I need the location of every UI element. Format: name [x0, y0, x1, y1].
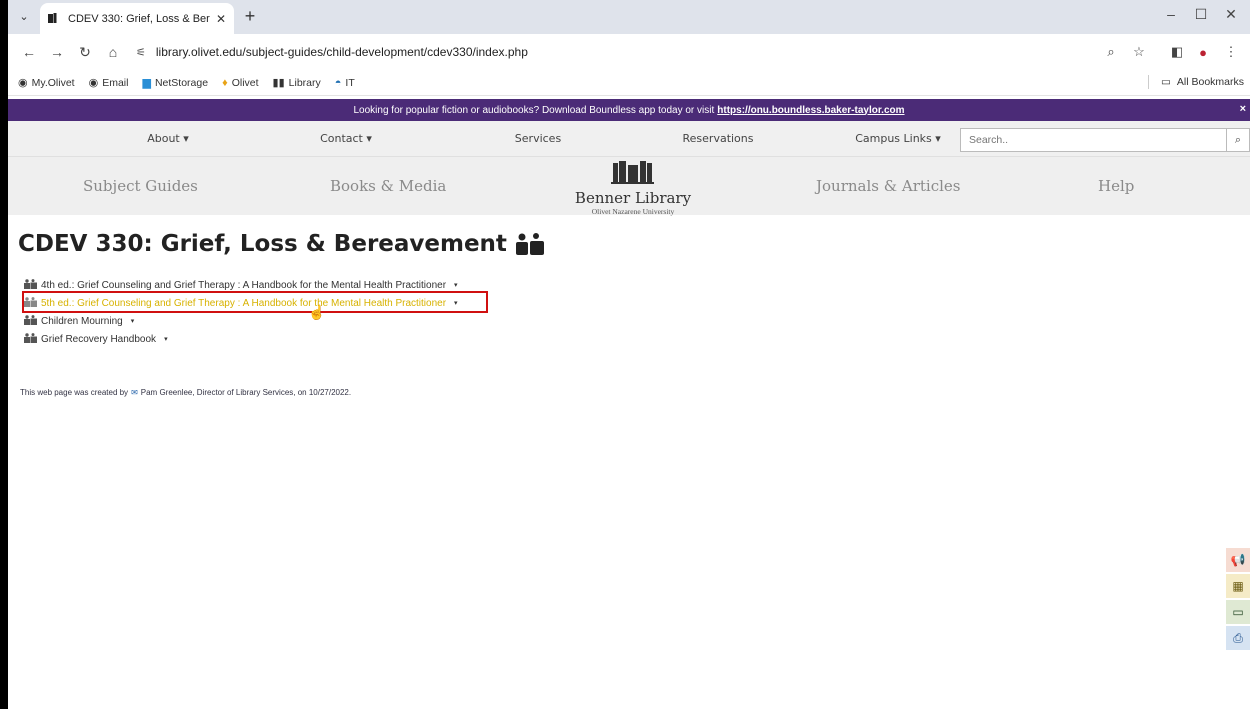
nav-books-media[interactable]: Books & Media [330, 177, 446, 195]
page-footer: This web page was created by ✉ Pam Green… [20, 388, 352, 397]
caret-down-icon: ▾ [454, 282, 458, 289]
announcement-banner: Looking for popular fiction or audiobook… [8, 99, 1250, 121]
all-bookmarks[interactable]: ▭ All Bookmarks [1147, 75, 1244, 89]
forward-arrow-icon[interactable]: → [48, 43, 66, 61]
caret-down-icon: ▾ [164, 336, 168, 343]
reload-icon[interactable]: ↻ [76, 43, 94, 61]
logo-name: Benner Library [574, 189, 692, 207]
benner-library-logo[interactable]: Benner Library Olivet Nazarene Universit… [568, 160, 698, 216]
globe-icon: ◉ [18, 77, 28, 89]
nav-campus-links[interactable]: Campus Links ▾ [828, 121, 968, 157]
browser-window: ⌄ CDEV 330: Grief, Loss & Bereav ✕ + – ☐… [8, 0, 1250, 709]
nav-subject-guides[interactable]: Subject Guides [83, 177, 198, 195]
library-icon: ▮▮ [272, 77, 285, 89]
address-bar[interactable]: ⚟ library.olivet.edu/subject-guides/chil… [136, 39, 1116, 65]
bookmark-star-icon[interactable]: ☆ [1130, 43, 1148, 61]
globe-icon: ◉ [88, 77, 99, 89]
hand-cursor-icon: ☝ [308, 304, 326, 320]
banner-link[interactable]: https://onu.boundless.baker-taylor.com [717, 105, 904, 116]
site-info-icon[interactable]: ⚟ [136, 46, 146, 59]
nav-services[interactable]: Services [478, 121, 598, 157]
tab-search-icon[interactable]: ⌄ [14, 6, 34, 26]
bookmark-email[interactable]: ◉ Email [88, 76, 129, 90]
menu-kebab-icon[interactable]: ⋮ [1222, 43, 1240, 61]
library-favicon-icon [48, 13, 62, 25]
banner-text: Looking for popular fiction or audiobook… [353, 104, 715, 116]
nav-help[interactable]: Help [1098, 177, 1134, 195]
banner-close-icon[interactable]: × [1240, 103, 1246, 115]
readers-icon [24, 332, 37, 346]
main-nav: Subject Guides Books & Media Benner Libr… [8, 157, 1250, 216]
folder-icon: ▭ [1160, 76, 1171, 88]
bookmark-it[interactable]: ◓ IT [335, 77, 355, 89]
tab-close-icon[interactable]: ✕ [216, 12, 226, 26]
nav-contact[interactable]: Contact ▾ [286, 121, 406, 157]
readers-icon [24, 278, 37, 292]
printer-icon[interactable]: ⎙ [1226, 626, 1250, 650]
logo-subtitle: Olivet Nazarene University [591, 207, 675, 216]
guide-item-children-mourning[interactable]: Children Mourning ▾ [24, 312, 458, 330]
tab-strip: ⌄ CDEV 330: Grief, Loss & Bereav ✕ + – ☐… [8, 0, 1250, 34]
megaphone-icon[interactable]: 📢 [1226, 548, 1250, 572]
home-icon[interactable]: ⌂ [104, 43, 122, 61]
flame-icon: ♦ [222, 76, 228, 89]
bookmark-library[interactable]: ▮▮ Library [272, 76, 321, 90]
side-panel-icon[interactable]: ◧ [1168, 43, 1186, 61]
bookmarks-bar: ◉ My.Olivet ◉ Email ▆ NetStorage ♦ Olivet ▮▮… [8, 70, 1250, 96]
nav-about[interactable]: About ▾ [108, 121, 228, 157]
bookmark-olivet[interactable]: ♦ Olivet [222, 77, 258, 89]
readers-icon [515, 233, 544, 255]
back-arrow-icon[interactable]: ← [20, 43, 38, 61]
maximize-icon[interactable]: ☐ [1186, 4, 1216, 24]
calendar-icon[interactable]: ▦ [1226, 574, 1250, 598]
bookmark-my-olivet[interactable]: ◉ My.Olivet [18, 76, 75, 90]
netstorage-icon: ▆ [142, 77, 151, 89]
url-text: library.olivet.edu/subject-guides/child-… [155, 45, 528, 59]
search-icon[interactable]: ⌕ [1226, 128, 1250, 152]
laptop-icon[interactable]: ▭ [1226, 600, 1250, 624]
minimize-icon[interactable]: – [1156, 4, 1186, 24]
active-tab[interactable]: CDEV 330: Grief, Loss & Bereav ✕ [40, 3, 234, 34]
tab-title: CDEV 330: Grief, Loss & Bereav [68, 12, 210, 25]
guide-item-grief-recovery[interactable]: Grief Recovery Handbook ▾ [24, 330, 458, 348]
readers-icon [24, 314, 37, 328]
top-nav: About ▾ Contact ▾ Services Reservations … [8, 121, 1250, 157]
zoom-icon[interactable]: ⌕ [1102, 43, 1120, 61]
search-input[interactable] [960, 128, 1228, 152]
browser-toolbar: ← → ↻ ⌂ ⚟ library.olivet.edu/subject-gui… [8, 34, 1250, 70]
profile-avatar-icon[interactable]: ● [1194, 43, 1212, 61]
nav-journals-articles[interactable]: Journals & Articles [816, 177, 960, 195]
page-title: CDEV 330: Grief, Loss & Bereavement [18, 231, 545, 257]
envelope-icon: ✉ [131, 388, 138, 397]
author-link[interactable]: Pam Greenlee, Director of Library Servic… [141, 388, 351, 397]
caret-down-icon: ▾ [130, 318, 135, 325]
nav-reservations[interactable]: Reservations [658, 121, 778, 157]
bookmark-netstorage[interactable]: ▆ NetStorage [142, 76, 208, 90]
new-tab-button[interactable]: + [240, 6, 260, 26]
it-icon: ◓ [334, 76, 342, 89]
highlight-box [22, 291, 488, 313]
books-logo-icon [611, 161, 654, 184]
window-close-icon[interactable]: ✕ [1216, 4, 1246, 24]
